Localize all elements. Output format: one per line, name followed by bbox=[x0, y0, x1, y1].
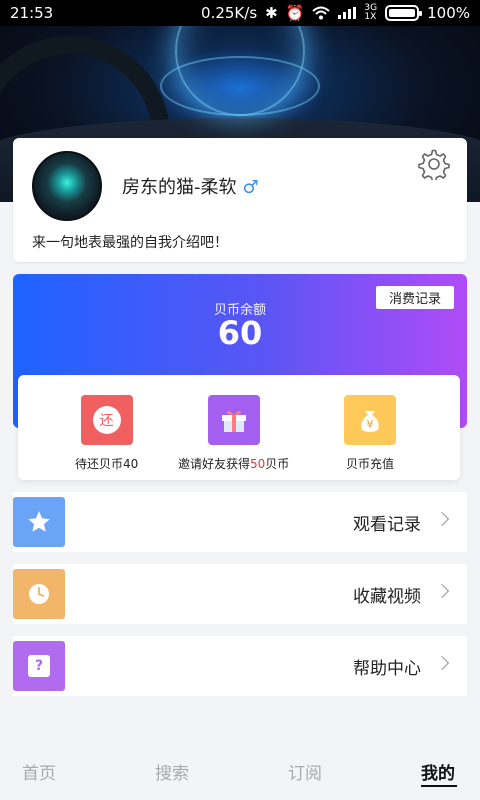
recharge-coins-action[interactable]: ¥ 贝币充值 bbox=[344, 395, 396, 472]
repay-coins-action[interactable]: 还 待还贝币40 bbox=[75, 395, 138, 472]
menu-row-watch-history[interactable]: 观看记录 bbox=[13, 492, 467, 552]
bluetooth-icon: ✱ bbox=[265, 4, 278, 22]
tab-home[interactable]: 首页 bbox=[22, 759, 56, 784]
clock-icon bbox=[13, 569, 65, 619]
battery-icon bbox=[385, 5, 423, 21]
menu-row-label: 收藏视频 bbox=[353, 587, 421, 607]
network-speed: 0.25K/s bbox=[201, 4, 258, 22]
gift-icon bbox=[207, 395, 260, 445]
chevron-right-icon bbox=[434, 583, 450, 599]
male-gender-icon: ♂ bbox=[242, 177, 259, 198]
status-time: 21:53 bbox=[10, 4, 54, 22]
username-row: 房东的猫-柔软 ♂ bbox=[122, 173, 259, 199]
tab-subscriptions[interactable]: 订阅 bbox=[288, 759, 322, 784]
status-bar: 21:53 0.25K/s ✱ ⏰ 3G 1X 100% bbox=[0, 0, 480, 26]
username: 房东的猫-柔软 bbox=[122, 177, 237, 198]
signal-icon bbox=[338, 7, 357, 19]
network-type: 3G 1X bbox=[364, 3, 378, 22]
help-icon: ? bbox=[13, 641, 65, 691]
chevron-right-icon bbox=[434, 511, 450, 527]
battery-level: 100% bbox=[427, 4, 470, 22]
star-icon bbox=[13, 497, 65, 547]
menu-row-label: 帮助中心 bbox=[353, 659, 421, 679]
repay-icon: 还 bbox=[80, 395, 133, 445]
menu-row-label: 观看记录 bbox=[353, 515, 421, 535]
menu-row-help-center[interactable]: ? 帮助中心 bbox=[13, 636, 467, 696]
active-tab-indicator bbox=[421, 785, 457, 787]
repay-coins-label: 待还贝币40 bbox=[75, 457, 139, 471]
settings-gear-icon[interactable] bbox=[418, 148, 450, 180]
alarm-icon: ⏰ bbox=[285, 4, 305, 22]
coin-actions-card: 还 待还贝币40 邀请好友获得50贝币 ¥ 贝币充值 bbox=[18, 375, 460, 480]
profile-card: 房东的猫-柔软 ♂ 来一句地表最强的自我介绍吧！ bbox=[13, 138, 467, 262]
wifi-icon bbox=[312, 6, 331, 20]
avatar[interactable] bbox=[32, 151, 102, 221]
svg-text:¥: ¥ bbox=[367, 418, 374, 431]
balance-value: 60 bbox=[217, 314, 263, 352]
chevron-right-icon bbox=[434, 655, 450, 671]
tab-search[interactable]: 搜索 bbox=[155, 759, 189, 784]
tab-mine[interactable]: 我的 bbox=[421, 759, 455, 784]
invite-friends-action[interactable]: 邀请好友获得50贝币 bbox=[178, 395, 289, 472]
bio-text[interactable]: 来一句地表最强的自我介绍吧！ bbox=[32, 232, 228, 252]
bottom-tab-bar: 首页 搜索 订阅 我的 bbox=[0, 750, 480, 800]
recharge-coins-label: 贝币充值 bbox=[345, 457, 394, 471]
menu-row-favorite-videos[interactable]: 收藏视频 bbox=[13, 564, 467, 624]
invite-friends-label: 邀请好友获得50贝币 bbox=[178, 457, 290, 471]
money-bag-icon: ¥ bbox=[344, 395, 396, 445]
